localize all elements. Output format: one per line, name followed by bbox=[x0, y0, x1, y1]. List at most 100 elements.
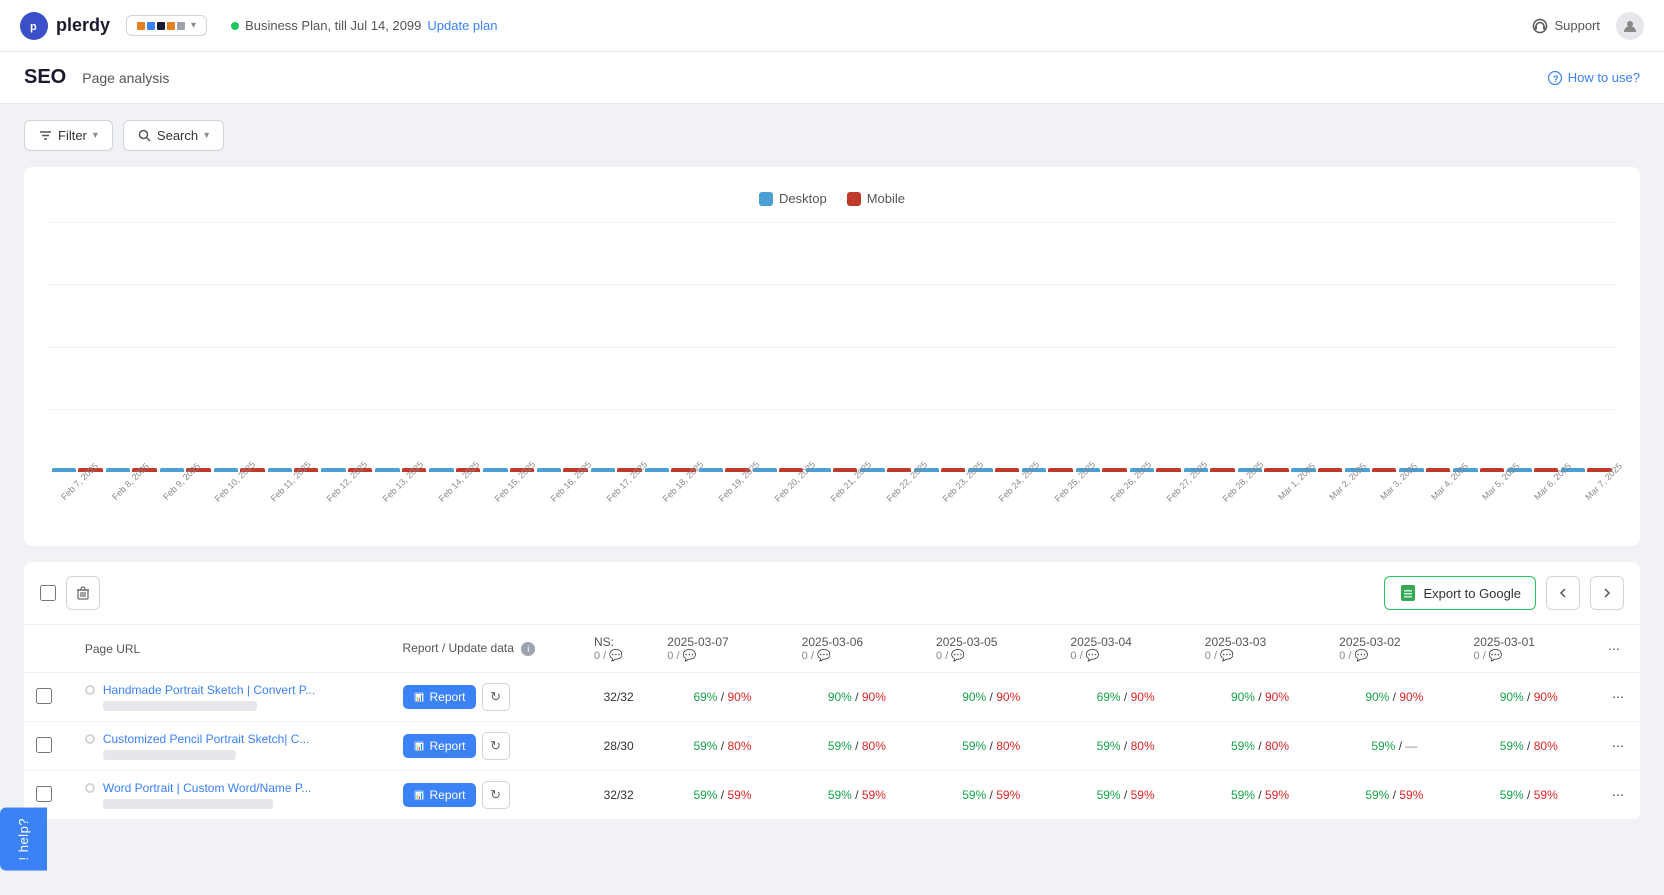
cell-date-1: 69% / 90% bbox=[655, 673, 789, 722]
cell-date-1: 59% / 80% bbox=[655, 722, 789, 771]
score-green: 59% bbox=[1500, 788, 1524, 802]
score-red: 80% bbox=[727, 739, 751, 753]
score-red: 59% bbox=[862, 788, 886, 802]
row-status-dot bbox=[85, 734, 95, 744]
url-link[interactable]: Handmade Portrait Sketch | Convert P... bbox=[103, 683, 315, 697]
select-all-checkbox[interactable] bbox=[40, 585, 56, 601]
question-circle-icon: ? bbox=[1548, 71, 1562, 85]
refresh-button[interactable]: ↻ bbox=[482, 683, 510, 711]
cell-date-6: 59% / 59% bbox=[1327, 771, 1461, 820]
th-date6: 2025-03-02 0 / 💬 bbox=[1327, 625, 1461, 673]
cell-date-7: 90% / 90% bbox=[1462, 673, 1596, 722]
th-check bbox=[24, 625, 73, 673]
cell-url: Handmade Portrait Sketch | Convert P... bbox=[73, 673, 391, 722]
help-button[interactable]: ! help? bbox=[0, 808, 47, 871]
score-red: 59% bbox=[727, 788, 751, 802]
cell-date-2: 90% / 90% bbox=[790, 673, 924, 722]
table-head: Page URL Report / Update data i NS: 0 / … bbox=[24, 625, 1640, 673]
score-red: 59% bbox=[996, 788, 1020, 802]
plan-badge[interactable]: ▾ bbox=[126, 15, 207, 36]
ns-value: 32/32 bbox=[604, 788, 634, 802]
table-header-row: Page URL Report / Update data i NS: 0 / … bbox=[24, 625, 1640, 673]
prev-page-button[interactable] bbox=[1546, 576, 1580, 610]
dot4 bbox=[167, 22, 175, 30]
search-button[interactable]: Search ▾ bbox=[123, 120, 224, 151]
score-red: 80% bbox=[1534, 739, 1558, 753]
table-toolbar: Export to Google bbox=[24, 562, 1640, 625]
row-status-dot bbox=[85, 685, 95, 695]
update-plan-link[interactable]: Update plan bbox=[427, 18, 497, 33]
desktop-label: Desktop bbox=[779, 191, 827, 206]
filter-button[interactable]: Filter ▾ bbox=[24, 120, 113, 151]
chevron-right-icon bbox=[1602, 588, 1612, 598]
score-green: 59% bbox=[693, 788, 717, 802]
delete-button[interactable] bbox=[66, 576, 100, 610]
search-icon bbox=[138, 129, 151, 142]
how-to-use-link[interactable]: ? How to use? bbox=[1548, 70, 1640, 85]
cell-date-1: 59% / 59% bbox=[655, 771, 789, 820]
cell-date-5: 90% / 90% bbox=[1193, 673, 1327, 722]
cell-date-3: 59% / 59% bbox=[924, 771, 1058, 820]
score-green: 59% bbox=[962, 739, 986, 753]
score-green: 59% bbox=[1231, 788, 1255, 802]
seo-title: SEO bbox=[24, 66, 66, 89]
cell-url: Customized Pencil Portrait Sketch| C... bbox=[73, 722, 391, 771]
mobile-legend: Mobile bbox=[847, 191, 905, 206]
th-report: Report / Update data i bbox=[391, 625, 583, 673]
chart-x-labels: Feb 7, 2025Feb 8, 2025Feb 9, 2025Feb 10,… bbox=[48, 472, 1616, 522]
mobile-checkbox[interactable] bbox=[847, 192, 861, 206]
how-to-use-label: How to use? bbox=[1568, 70, 1640, 85]
score-green: 69% bbox=[1097, 690, 1121, 704]
score-red: 80% bbox=[1265, 739, 1289, 753]
info-icon[interactable]: i bbox=[521, 642, 535, 656]
user-avatar[interactable] bbox=[1616, 12, 1644, 40]
row-status-dot bbox=[85, 783, 95, 793]
refresh-button[interactable]: ↻ bbox=[482, 732, 510, 760]
support-label: Support bbox=[1554, 18, 1600, 33]
ns-value: 28/30 bbox=[604, 739, 634, 753]
report-button[interactable]: 📊 Report bbox=[403, 783, 476, 807]
cell-report: 📊 Report ↻ bbox=[391, 673, 583, 722]
cell-url: Word Portrait | Custom Word/Name P... bbox=[73, 771, 391, 820]
app-name: plerdy bbox=[56, 15, 110, 36]
url-placeholder-bar bbox=[103, 701, 257, 711]
next-page-button[interactable] bbox=[1590, 576, 1624, 610]
score-green: 59% bbox=[1371, 739, 1395, 753]
status-dot bbox=[231, 22, 239, 30]
desktop-checkbox[interactable] bbox=[759, 192, 773, 206]
mobile-label: Mobile bbox=[867, 191, 905, 206]
row-checkbox[interactable] bbox=[36, 737, 52, 753]
url-link[interactable]: Word Portrait | Custom Word/Name P... bbox=[103, 781, 312, 795]
support-button[interactable]: Support bbox=[1532, 18, 1600, 34]
svg-text:📊: 📊 bbox=[415, 791, 424, 800]
plan-dots bbox=[137, 22, 185, 30]
url-placeholder-bar bbox=[103, 799, 273, 809]
score-green: 59% bbox=[828, 788, 852, 802]
score-red: 90% bbox=[996, 690, 1020, 704]
report-button[interactable]: 📊 Report bbox=[403, 734, 476, 758]
score-red: 80% bbox=[862, 739, 886, 753]
score-red: 80% bbox=[996, 739, 1020, 753]
row-checkbox[interactable] bbox=[36, 688, 52, 704]
score-red: 90% bbox=[1265, 690, 1289, 704]
th-date7: 2025-03-01 0 / 💬 bbox=[1462, 625, 1596, 673]
help-label: ! help? bbox=[16, 818, 31, 861]
score-red: 80% bbox=[1131, 739, 1155, 753]
score-dash: — bbox=[1405, 739, 1417, 753]
score-green: 59% bbox=[962, 788, 986, 802]
score-green: 90% bbox=[1365, 690, 1389, 704]
dot1 bbox=[137, 22, 145, 30]
filter-bar: Filter ▾ Search ▾ bbox=[0, 104, 1664, 167]
svg-text:p: p bbox=[30, 21, 37, 33]
url-link[interactable]: Customized Pencil Portrait Sketch| C... bbox=[103, 732, 310, 746]
cell-date-6: 90% / 90% bbox=[1327, 673, 1461, 722]
export-google-button[interactable]: Export to Google bbox=[1384, 576, 1536, 610]
th-date5: 2025-03-03 0 / 💬 bbox=[1193, 625, 1327, 673]
refresh-button[interactable]: ↻ bbox=[482, 781, 510, 809]
cell-date-2: 59% / 80% bbox=[790, 722, 924, 771]
svg-text:📊: 📊 bbox=[415, 693, 424, 702]
report-button[interactable]: 📊 Report bbox=[403, 685, 476, 709]
report-icon: 📊 bbox=[413, 789, 425, 801]
cell-date-6: 59% / — bbox=[1327, 722, 1461, 771]
row-checkbox[interactable] bbox=[36, 786, 52, 802]
